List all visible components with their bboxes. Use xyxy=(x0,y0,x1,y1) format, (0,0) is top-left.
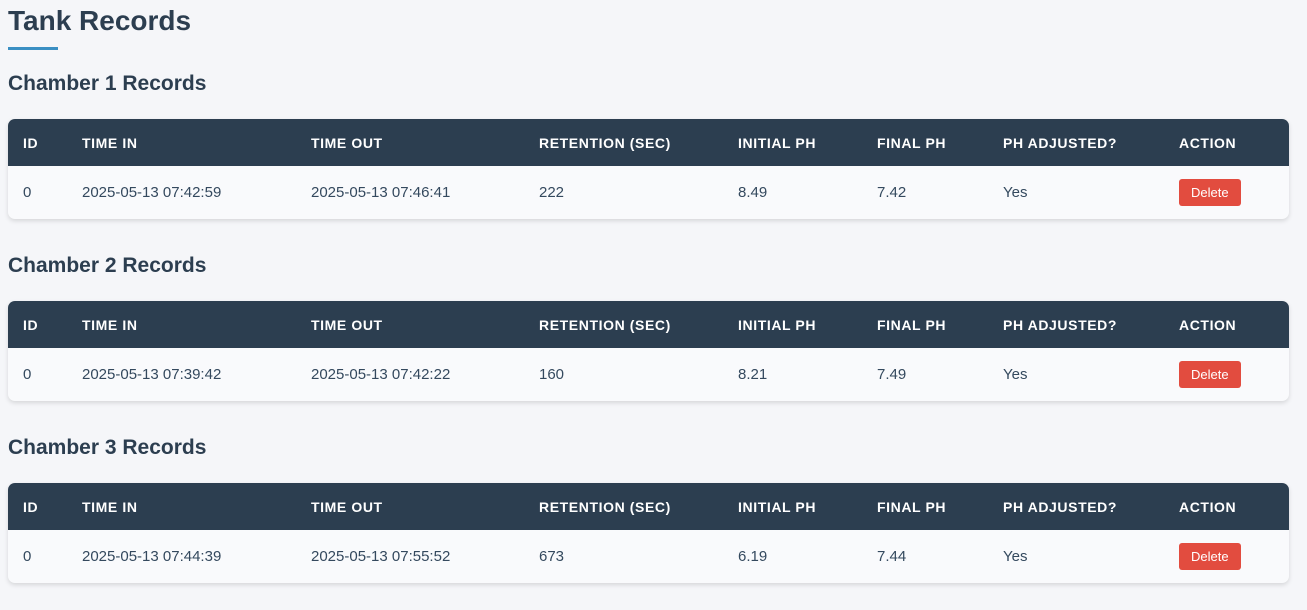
cell-action: Delete xyxy=(1164,530,1289,583)
column-header-final-ph: Final pH xyxy=(877,316,947,333)
column-header-time-out: Time Out xyxy=(311,498,383,515)
cell-initial-ph: 8.21 xyxy=(738,366,768,383)
column-header-final-ph: Final pH xyxy=(877,134,947,151)
chamber-1-section: Chamber 1 Records ID Time In Time Out Re… xyxy=(8,71,1289,219)
cell-final-ph: 7.44 xyxy=(877,548,907,565)
column-header-time-out: Time Out xyxy=(311,134,383,151)
cell-time-in: 2025-05-13 07:44:39 xyxy=(82,548,222,565)
chamber-3-table-card: ID Time In Time Out Retention (sec) Init… xyxy=(8,483,1289,583)
table-header-row: ID Time In Time Out Retention (sec) Init… xyxy=(8,483,1289,530)
cell-ph-adjusted: Yes xyxy=(1003,548,1028,565)
cell-time-out: 2025-05-13 07:55:52 xyxy=(311,548,451,565)
cell-id: 0 xyxy=(23,184,32,201)
page-title: Tank Records xyxy=(8,5,192,36)
chamber-1-title: Chamber 1 Records xyxy=(8,72,207,95)
column-header-retention: Retention (sec) xyxy=(539,316,671,333)
cell-ph-adjusted: Yes xyxy=(1003,184,1028,201)
column-header-final-ph: Final pH xyxy=(877,498,947,515)
table-row: 0 2025-05-13 07:42:59 2025-05-13 07:46:4… xyxy=(8,166,1289,219)
table-row: 0 2025-05-13 07:44:39 2025-05-13 07:55:5… xyxy=(8,530,1289,583)
cell-final-ph: 7.42 xyxy=(877,184,907,201)
chamber-2-table: ID Time In Time Out Retention (sec) Init… xyxy=(8,301,1289,401)
column-header-time-in: Time In xyxy=(82,316,138,333)
chamber-3-title: Chamber 3 Records xyxy=(8,436,207,459)
column-header-id: ID xyxy=(23,316,39,333)
chamber-1-table-card: ID Time In Time Out Retention (sec) Init… xyxy=(8,119,1289,219)
column-header-action: Action xyxy=(1179,316,1237,333)
column-header-time-in: Time In xyxy=(82,498,138,515)
cell-action: Delete xyxy=(1164,348,1289,401)
cell-retention: 673 xyxy=(539,548,565,565)
delete-button[interactable]: Delete xyxy=(1179,179,1241,206)
cell-action: Delete xyxy=(1164,166,1289,219)
cell-time-in: 2025-05-13 07:39:42 xyxy=(82,366,222,383)
column-header-initial-ph: Initial pH xyxy=(738,134,817,151)
table-header-row: ID Time In Time Out Retention (sec) Init… xyxy=(8,301,1289,348)
cell-retention: 222 xyxy=(539,184,565,201)
cell-initial-ph: 8.49 xyxy=(738,184,768,201)
cell-initial-ph: 6.19 xyxy=(738,548,768,565)
column-header-initial-ph: Initial pH xyxy=(738,316,817,333)
delete-button[interactable]: Delete xyxy=(1179,543,1241,570)
cell-time-out: 2025-05-13 07:42:22 xyxy=(311,366,451,383)
column-header-id: ID xyxy=(23,498,39,515)
cell-id: 0 xyxy=(23,366,32,383)
title-underline xyxy=(8,47,58,50)
column-header-initial-ph: Initial pH xyxy=(738,498,817,515)
table-row: 0 2025-05-13 07:39:42 2025-05-13 07:42:2… xyxy=(8,348,1289,401)
tank-records-page: Tank Records Chamber 1 Records ID Time I… xyxy=(0,0,1307,610)
column-header-action: Action xyxy=(1179,498,1237,515)
chamber-2-section: Chamber 2 Records ID Time In Time Out Re… xyxy=(8,253,1289,401)
column-header-retention: Retention (sec) xyxy=(539,134,671,151)
column-header-ph-adjusted: pH Adjusted? xyxy=(1003,134,1118,151)
column-header-time-in: Time In xyxy=(82,134,138,151)
column-header-retention: Retention (sec) xyxy=(539,498,671,515)
column-header-action: Action xyxy=(1179,134,1237,151)
table-header-row: ID Time In Time Out Retention (sec) Init… xyxy=(8,119,1289,166)
cell-ph-adjusted: Yes xyxy=(1003,366,1028,383)
cell-retention: 160 xyxy=(539,366,565,383)
chamber-3-section: Chamber 3 Records ID Time In Time Out Re… xyxy=(8,435,1289,583)
chamber-1-table: ID Time In Time Out Retention (sec) Init… xyxy=(8,119,1289,219)
column-header-ph-adjusted: pH Adjusted? xyxy=(1003,498,1118,515)
delete-button[interactable]: Delete xyxy=(1179,361,1241,388)
column-header-time-out: Time Out xyxy=(311,316,383,333)
cell-id: 0 xyxy=(23,548,32,565)
cell-time-in: 2025-05-13 07:42:59 xyxy=(82,184,222,201)
cell-time-out: 2025-05-13 07:46:41 xyxy=(311,184,451,201)
column-header-ph-adjusted: pH Adjusted? xyxy=(1003,316,1118,333)
column-header-id: ID xyxy=(23,134,39,151)
cell-final-ph: 7.49 xyxy=(877,366,907,383)
chamber-2-table-card: ID Time In Time Out Retention (sec) Init… xyxy=(8,301,1289,401)
chamber-3-table: ID Time In Time Out Retention (sec) Init… xyxy=(8,483,1289,583)
chamber-2-title: Chamber 2 Records xyxy=(8,254,207,277)
